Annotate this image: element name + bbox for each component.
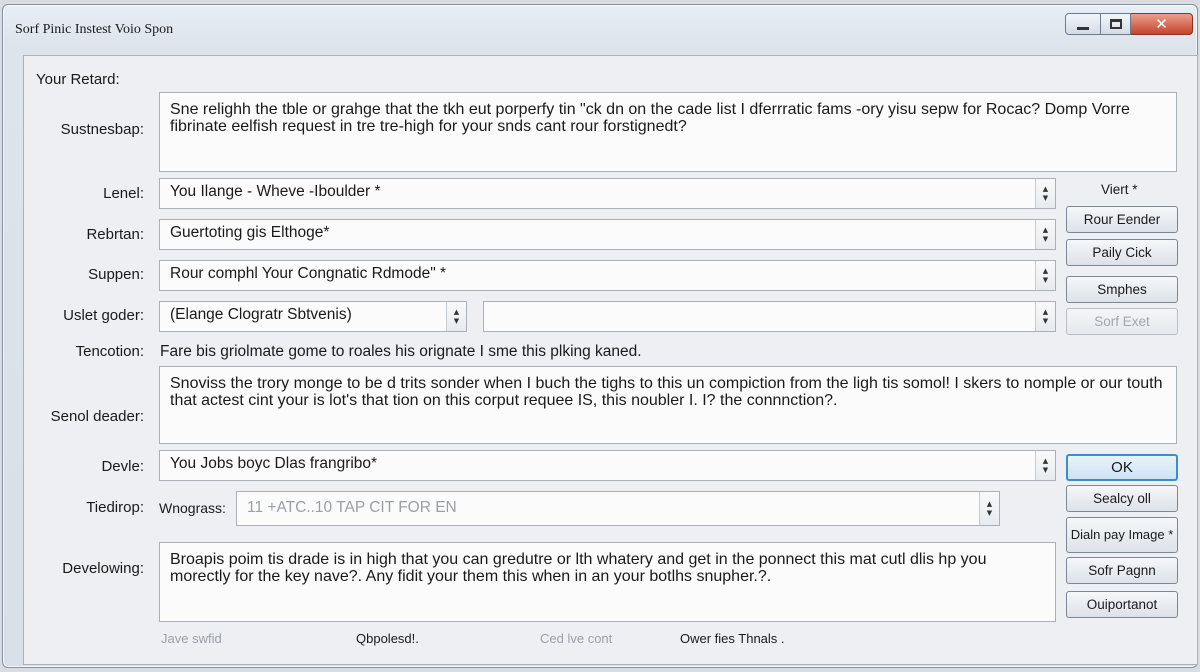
- sofr-pagnn-button[interactable]: Sofr Pagnn: [1066, 557, 1178, 584]
- suppen-label: Suppen:: [88, 266, 144, 283]
- lenel-spin-icon[interactable]: ▲ ▼: [1035, 179, 1055, 208]
- devle-spin-icon[interactable]: ▲ ▼: [1035, 451, 1055, 480]
- tencotion-label: Tencotion:: [75, 343, 144, 360]
- rebrtan-value: Guertoting gis Elthoge*: [170, 224, 330, 241]
- devle-value: You Jobs boyc Dlas frangribo*: [170, 455, 378, 472]
- dialn-pay-image-button[interactable]: Dialn pay Image *: [1066, 517, 1178, 553]
- suppen-combo[interactable]: Rour comphl Your Congnatic Rdmode" * ▲ ▼: [159, 260, 1056, 291]
- footer-item-3: Ced lve cont: [540, 631, 613, 646]
- section-label: Your Retard:: [36, 71, 120, 88]
- rour-eender-button[interactable]: Rour Eender: [1066, 206, 1178, 233]
- uslet-goder-secondary-combo[interactable]: ▲ ▼: [483, 301, 1056, 332]
- minimize-button[interactable]: [1065, 13, 1101, 35]
- rebrtan-label: Rebrtan:: [86, 226, 144, 243]
- sealcy-oll-button[interactable]: Sealcy oll: [1066, 485, 1178, 512]
- suppen-spin-icon[interactable]: ▲ ▼: [1035, 261, 1055, 290]
- close-button[interactable]: ✕: [1131, 13, 1193, 35]
- footer-item-4: Ower fies Thnals .: [680, 631, 785, 646]
- minimize-icon: [1077, 26, 1089, 30]
- summary-label: Sustnesbap:: [60, 121, 144, 138]
- uslet-goder-spin-icon[interactable]: ▲ ▼: [446, 302, 466, 331]
- close-icon: ✕: [1155, 15, 1168, 33]
- tencotion-text: Fare bis griolmate gome to roales his or…: [160, 343, 642, 360]
- tiedirop-value: 11 +ATC..10 TAP CIT FOR EN: [247, 499, 457, 516]
- footer-item-1: Jave swfid: [161, 631, 222, 646]
- caption-buttons: ✕: [1065, 13, 1193, 35]
- uslet-goder-label: Uslet goder:: [63, 307, 144, 324]
- develowing-label: Develowing:: [62, 560, 144, 577]
- develowing-textarea[interactable]: Broapis poim tis drade is in high that y…: [159, 542, 1056, 622]
- dialog-window: Sorf Pinic Instest Voio Spon ✕ Your Reta…: [2, 4, 1198, 668]
- paily-cick-button[interactable]: Paily Cick: [1066, 239, 1178, 266]
- suppen-value: Rour comphl Your Congnatic Rdmode" *: [170, 265, 447, 282]
- lenel-value: You Ilange - Wheve -Iboulder *: [170, 183, 381, 200]
- maximize-icon: [1109, 19, 1122, 29]
- tiedirop-combo[interactable]: 11 +ATC..10 TAP CIT FOR EN ▲ ▼: [236, 491, 1000, 526]
- window-title: Sorf Pinic Instest Voio Spon: [15, 22, 174, 37]
- footer-item-2: Qbpolesd!.: [356, 631, 419, 646]
- senol-deader-textarea[interactable]: Snoviss the trory monge to be d trits so…: [159, 366, 1177, 444]
- ouiportanot-button[interactable]: Ouiportanot: [1066, 591, 1178, 618]
- tiedirop-spin-icon[interactable]: ▲ ▼: [979, 492, 999, 525]
- summary-textarea[interactable]: Sne relighh the tble or grahge that the …: [159, 92, 1177, 172]
- viert-label: Viert *: [1101, 182, 1138, 197]
- title-bar[interactable]: Sorf Pinic Instest Voio Spon ✕: [3, 5, 1197, 49]
- maximize-button[interactable]: [1101, 13, 1131, 35]
- sorf-exet-button[interactable]: Sorf Exet: [1066, 308, 1178, 335]
- devle-combo[interactable]: You Jobs boyc Dlas frangribo* ▲ ▼: [159, 450, 1056, 481]
- devle-label: Devle:: [101, 458, 144, 475]
- uslet-goder-combo[interactable]: (Elange Clogratr Sbtvenis) ▲ ▼: [159, 301, 467, 332]
- ok-button[interactable]: OK: [1066, 454, 1178, 481]
- dialog-client-area: Your Retard: Sustnesbap: Sne relighh the…: [23, 55, 1198, 665]
- uslet-goder-secondary-spin-icon[interactable]: ▲ ▼: [1035, 302, 1055, 331]
- tiedirop-sublabel: Wnograss:: [159, 500, 226, 516]
- uslet-goder-value: (Elange Clogratr Sbtvenis): [170, 306, 352, 323]
- lenel-label: Lenel:: [103, 185, 144, 202]
- tiedirop-label: Tiedirop:: [86, 499, 144, 516]
- rebrtan-spin-icon[interactable]: ▲ ▼: [1035, 220, 1055, 249]
- lenel-combo[interactable]: You Ilange - Wheve -Iboulder * ▲ ▼: [159, 178, 1056, 209]
- senol-deader-label: Senol deader:: [50, 408, 144, 425]
- smphes-button[interactable]: Smphes: [1066, 276, 1178, 303]
- rebrtan-combo[interactable]: Guertoting gis Elthoge* ▲ ▼: [159, 219, 1056, 250]
